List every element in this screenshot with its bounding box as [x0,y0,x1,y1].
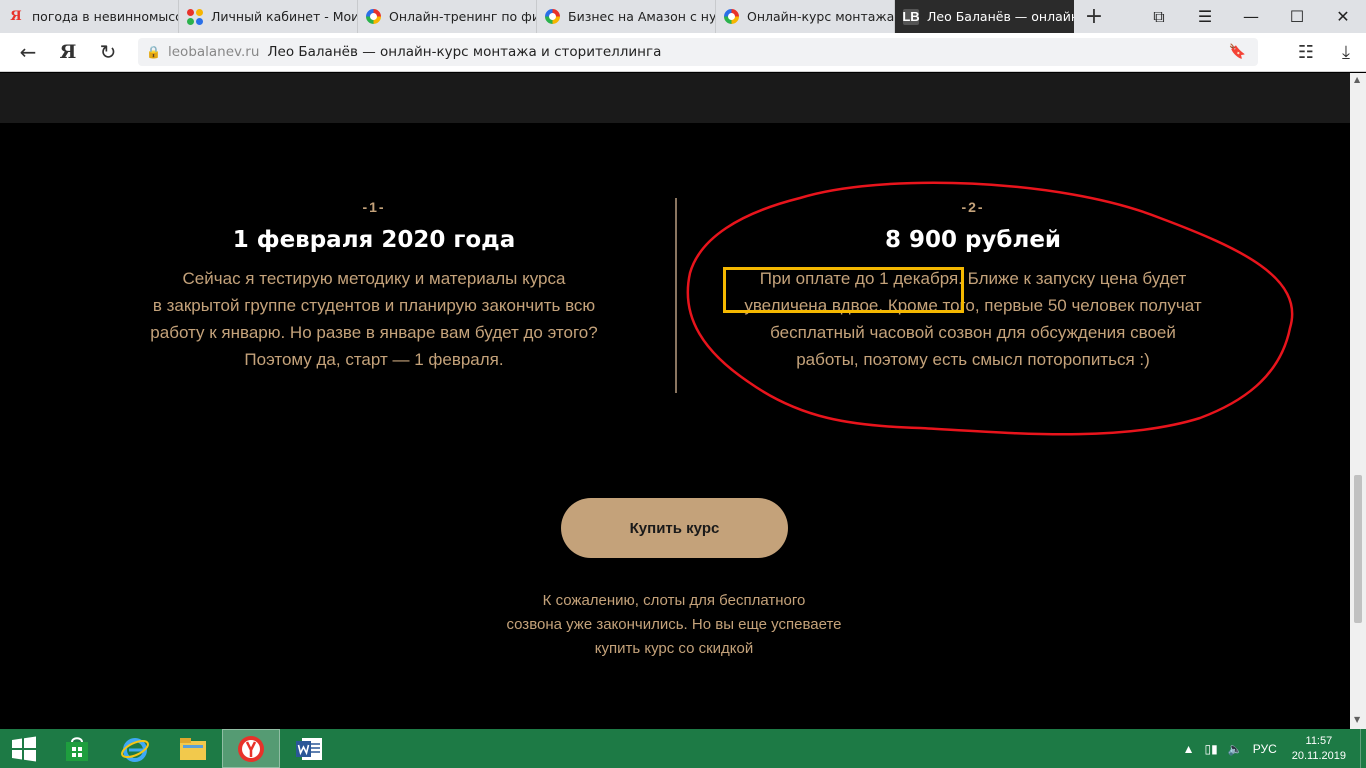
yandex-browser-icon [238,735,264,762]
address-bar[interactable]: 🔒 leobalanev.ru Лео Баланёв — онлайн-кур… [138,38,1258,66]
tab-amazon[interactable]: Бизнес на Амазон с ну [537,0,716,33]
close-icon[interactable]: ✕ [1320,7,1366,26]
minimize-icon[interactable]: — [1228,7,1274,26]
tab-weather[interactable]: Я погода в невинномысс [0,0,179,33]
start-button[interactable] [0,729,48,768]
red-circle-annotation [686,181,1294,436]
step-heading: 1 февраля 2020 года [232,227,516,253]
store-app[interactable] [48,729,106,768]
tab-title: Личный кабинет - Мои [211,9,357,24]
step-description: Сейчас я тестирую методику и материалы к… [74,265,674,373]
step-number: -1- [362,199,386,215]
lock-icon: 🔒 [146,45,161,59]
top-strip [0,73,1350,123]
tab-training[interactable]: Онлайн-тренинг по фи [358,0,537,33]
scroll-up-icon[interactable]: ▲ [1354,75,1360,84]
taskbar: ▲ ▯▮ 🔈 РУС 11:57 20.11.2019 [0,729,1366,768]
step-1-column: -1- 1 февраля 2020 года Сейчас я тестиру… [74,199,674,373]
ie-app[interactable] [106,729,164,768]
text-line: Сейчас я тестирую методику и материалы к… [182,269,566,288]
language-indicator[interactable]: РУС [1253,742,1277,756]
toolbar-right: ☷ ⤓ [1286,33,1366,72]
text-line: купить курс со скидкой [594,640,754,657]
navigation-bar: ← Я ↻ 🔒 leobalanev.ru Лео Баланёв — онла… [0,33,1366,72]
yandex-icon: Я [10,9,22,24]
tab-title: Лео Баланёв — онлайн [927,9,1074,24]
new-tab-button[interactable]: + [1074,0,1114,33]
yandex-button[interactable]: Я [48,33,88,72]
tab-bar: Я погода в невинномысс Личный кабинет - … [0,0,1366,33]
volume-icon[interactable]: 🔈 [1228,742,1243,756]
text-line: работу к январю. Но разве в январе вам б… [150,323,598,342]
yandex-browser-app[interactable] [222,729,280,768]
clock[interactable]: 11:57 20.11.2019 [1292,734,1346,764]
store-icon [66,736,88,761]
explorer-app[interactable] [164,729,222,768]
tab-account[interactable]: Личный кабинет - Мои [179,0,358,33]
scrollbar-thumb[interactable] [1354,475,1362,623]
tabs-overview-icon[interactable]: ⧉ [1136,7,1182,27]
vertical-scrollbar[interactable]: ▲ ▼ [1350,73,1366,729]
text-line: К сожалению, слоты для бесплатного [542,592,806,609]
maximize-icon[interactable]: ☐ [1274,7,1320,26]
word-app[interactable] [280,729,338,768]
grid-icon [187,8,203,25]
protect-icon[interactable]: ☷ [1286,42,1326,63]
network-icon[interactable]: ▯▮ [1205,742,1218,756]
ring-icon [724,9,739,24]
file-explorer-icon [180,737,206,760]
word-icon [296,737,322,760]
back-button[interactable]: ← [8,33,48,72]
tab-title: Бизнес на Амазон с ну [568,9,715,24]
menu-icon[interactable]: ☰ [1182,7,1228,26]
internet-explorer-icon [121,737,149,762]
clock-time: 11:57 [1305,734,1333,747]
windows-start-icon [12,736,36,761]
ring-icon [366,9,381,24]
address-page-title: Лео Баланёв — онлайн-курс монтажа и стор… [267,44,662,60]
buy-course-button[interactable]: Купить курс [561,498,788,558]
bookmark-icon[interactable]: 🔖 [1229,44,1246,60]
text-line: в закрытой группе студентов и планирую з… [152,296,596,315]
text-line: Поэтому да, старт — 1 февраля. [244,350,504,369]
download-icon[interactable]: ⤓ [1326,42,1366,63]
window-controls: ⧉ ☰ — ☐ ✕ [1136,0,1366,33]
show-desktop-button[interactable] [1360,729,1366,768]
tab-title: погода в невинномысс [32,9,178,24]
system-tray: ▲ ▯▮ 🔈 РУС 11:57 20.11.2019 [1178,729,1366,768]
scroll-down-icon[interactable]: ▼ [1354,715,1360,724]
address-domain: leobalanev.ru [168,44,260,60]
tab-leo-balanev[interactable]: LB Лео Баланёв — онлайн [895,0,1074,33]
reload-icon: ↻ [99,40,117,64]
lb-icon: LB [902,8,920,25]
slots-note: К сожалению, слоты для бесплатного созво… [474,589,874,661]
ring-icon [545,9,560,24]
tab-title: Онлайн-тренинг по фи [389,9,536,24]
text-line: созвона уже закончились. Но вы еще успев… [506,616,842,633]
tab-editing-course[interactable]: Онлайн-курс монтажа [716,0,895,33]
reload-button[interactable]: ↻ [88,33,128,72]
page-content: -1- 1 февраля 2020 года Сейчас я тестиру… [0,73,1350,729]
back-arrow-icon: ← [19,40,37,64]
tab-title: Онлайн-курс монтажа [747,9,894,24]
show-hidden-icons-icon[interactable]: ▲ [1183,742,1195,756]
clock-date: 20.11.2019 [1291,749,1346,762]
